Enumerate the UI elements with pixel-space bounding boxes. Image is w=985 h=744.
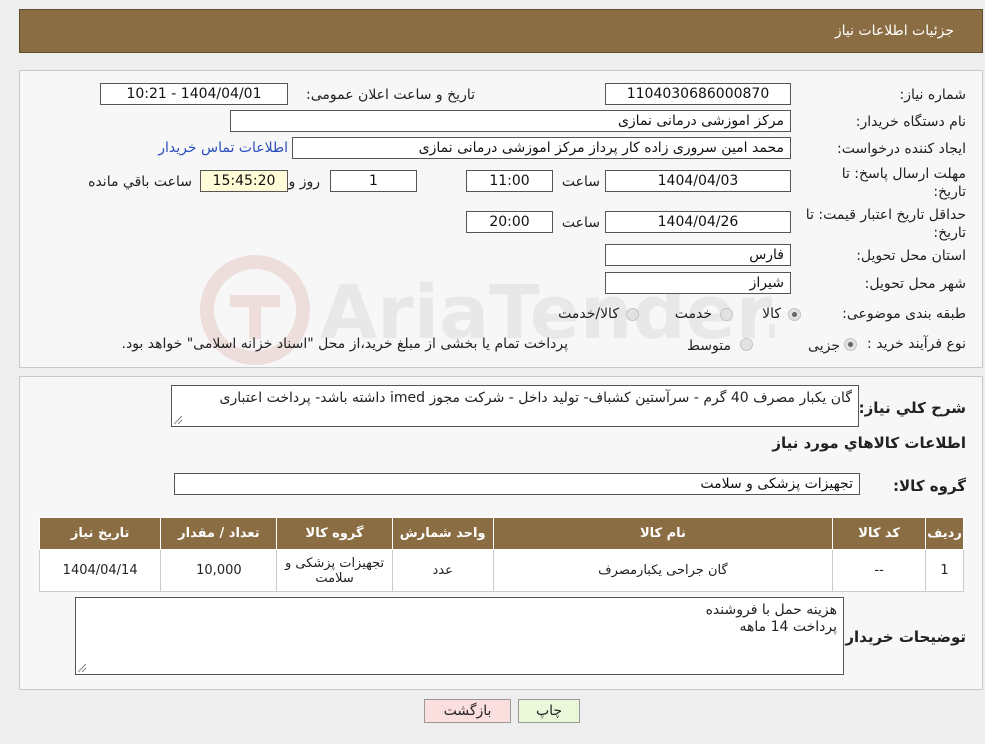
- buyer-contact-link[interactable]: اطلاعات تماس خریدار: [158, 140, 288, 156]
- col-need-date: تاریخ نیاز: [38, 517, 162, 550]
- need-number-field: 1104030686000870: [605, 83, 791, 105]
- col-unit: واحد شمارش: [391, 517, 494, 550]
- buyer-notes-label: توضیحات خریدار:: [839, 628, 966, 646]
- reply-date-field: 1404/04/03: [605, 170, 791, 192]
- reply-time-label: ساعت: [561, 174, 600, 190]
- days-label: روز و: [288, 174, 321, 190]
- goods-group-label: گروه کالا:: [893, 477, 966, 495]
- table-header-row: ردیف کد کالا نام کالا واحد شمارش گروه کا…: [38, 517, 964, 550]
- requester-field: محمد امین سروری زاده کار پرداز مرکز اموز…: [292, 137, 791, 159]
- remaining-time-field: 15:45:20: [200, 170, 288, 192]
- col-row: ردیف: [925, 517, 964, 550]
- process-option-medium: متوسط: [687, 338, 731, 354]
- validity-time-label: ساعت: [561, 215, 600, 231]
- page-header: جزئیات اطلاعات نیاز: [19, 9, 983, 53]
- items-table: ردیف کد کالا نام کالا واحد شمارش گروه کا…: [38, 517, 964, 592]
- validity-time-field: 20:00: [466, 211, 553, 233]
- col-name: نام کالا: [492, 517, 834, 550]
- table-row: 1 -- گان جراحی یکبارمصرف عدد تجهیزات پزش…: [38, 549, 964, 592]
- need-number-label: شماره نیاز:: [899, 87, 967, 103]
- category-option-goods-service: کالا/خدمت: [558, 306, 619, 322]
- cell-unit: عدد: [391, 549, 494, 592]
- cell-row: 1: [925, 549, 964, 592]
- reply-deadline-label: مهلت ارسال پاسخ: تا تاریخ:: [841, 166, 966, 200]
- col-group: گروه کالا: [276, 517, 393, 550]
- resize-grip-icon[interactable]: [174, 416, 182, 424]
- cell-need-date: 1404/04/14: [38, 549, 162, 592]
- items-section-title: اطلاعات کالاهاي مورد نياز: [772, 434, 966, 452]
- announce-datetime-field: 1404/04/01 - 10:21: [100, 83, 288, 105]
- buyer-notes-line-2: پرداخت 14 ماهه: [739, 619, 837, 635]
- city-label: شهر محل تحویل:: [864, 276, 966, 292]
- reply-time-field: 11:00: [466, 170, 553, 192]
- category-radio-goods-service[interactable]: [626, 308, 639, 321]
- goods-group-field: تجهیزات پزشکی و سلامت: [174, 473, 860, 495]
- buyer-notes-line-1: هزینه حمل با فروشنده: [705, 602, 837, 618]
- category-radio-goods[interactable]: [788, 308, 801, 321]
- validity-date-field: 1404/04/26: [605, 211, 791, 233]
- description-textarea[interactable]: گان یکبار مصرف 40 گرم - سرآستین کشباف- ت…: [171, 385, 859, 427]
- category-option-goods: کالا: [762, 306, 781, 322]
- description-text: گان یکبار مصرف 40 گرم - سرآستین کشباف- ت…: [219, 390, 852, 406]
- description-label: شرح کلي نياز:: [858, 399, 966, 417]
- process-radio-medium[interactable]: [740, 338, 753, 351]
- province-field: فارس: [605, 244, 791, 266]
- category-label: طبقه بندی موضوعی:: [842, 306, 966, 322]
- col-quantity: تعداد / مقدار: [160, 517, 278, 550]
- buyer-org-field: مرکز اموزشی درمانی نمازی: [230, 110, 791, 132]
- process-type-label: نوع فرآیند خرید :: [867, 336, 966, 352]
- cell-code: --: [832, 549, 927, 592]
- col-code: کد کالا: [832, 517, 927, 550]
- announce-label: تاریخ و ساعت اعلان عمومی:: [306, 87, 475, 103]
- cell-name: گان جراحی یکبارمصرف: [492, 549, 834, 592]
- category-option-service: خدمت: [674, 306, 712, 322]
- buyer-notes-textarea[interactable]: هزینه حمل با فروشنده پرداخت 14 ماهه: [75, 597, 844, 675]
- back-button[interactable]: بازگشت: [424, 699, 511, 723]
- province-label: استان محل تحویل:: [856, 248, 966, 264]
- price-validity-label: حداقل تاریخ اعتبار قیمت: تا تاریخ:: [805, 207, 966, 241]
- remaining-label: ساعت باقي مانده: [88, 174, 192, 190]
- page-title: جزئیات اطلاعات نیاز: [834, 23, 954, 39]
- buyer-org-label: نام دستگاه خریدار:: [855, 114, 966, 130]
- treasury-payment-note: پرداخت تمام یا بخشی از مبلغ خرید،از محل …: [121, 336, 568, 352]
- category-radio-service[interactable]: [720, 308, 733, 321]
- cell-group: تجهیزات پزشکی و سلامت: [276, 549, 393, 592]
- process-option-minor: جزیی: [808, 338, 840, 354]
- city-field: شیراز: [605, 272, 791, 294]
- cell-quantity: 10,000: [160, 549, 278, 592]
- process-radio-minor[interactable]: [844, 338, 857, 351]
- days-field: 1: [330, 170, 417, 192]
- requester-label: ایجاد کننده درخواست:: [837, 141, 966, 157]
- print-button[interactable]: چاپ: [518, 699, 580, 723]
- resize-grip-icon[interactable]: [78, 664, 86, 672]
